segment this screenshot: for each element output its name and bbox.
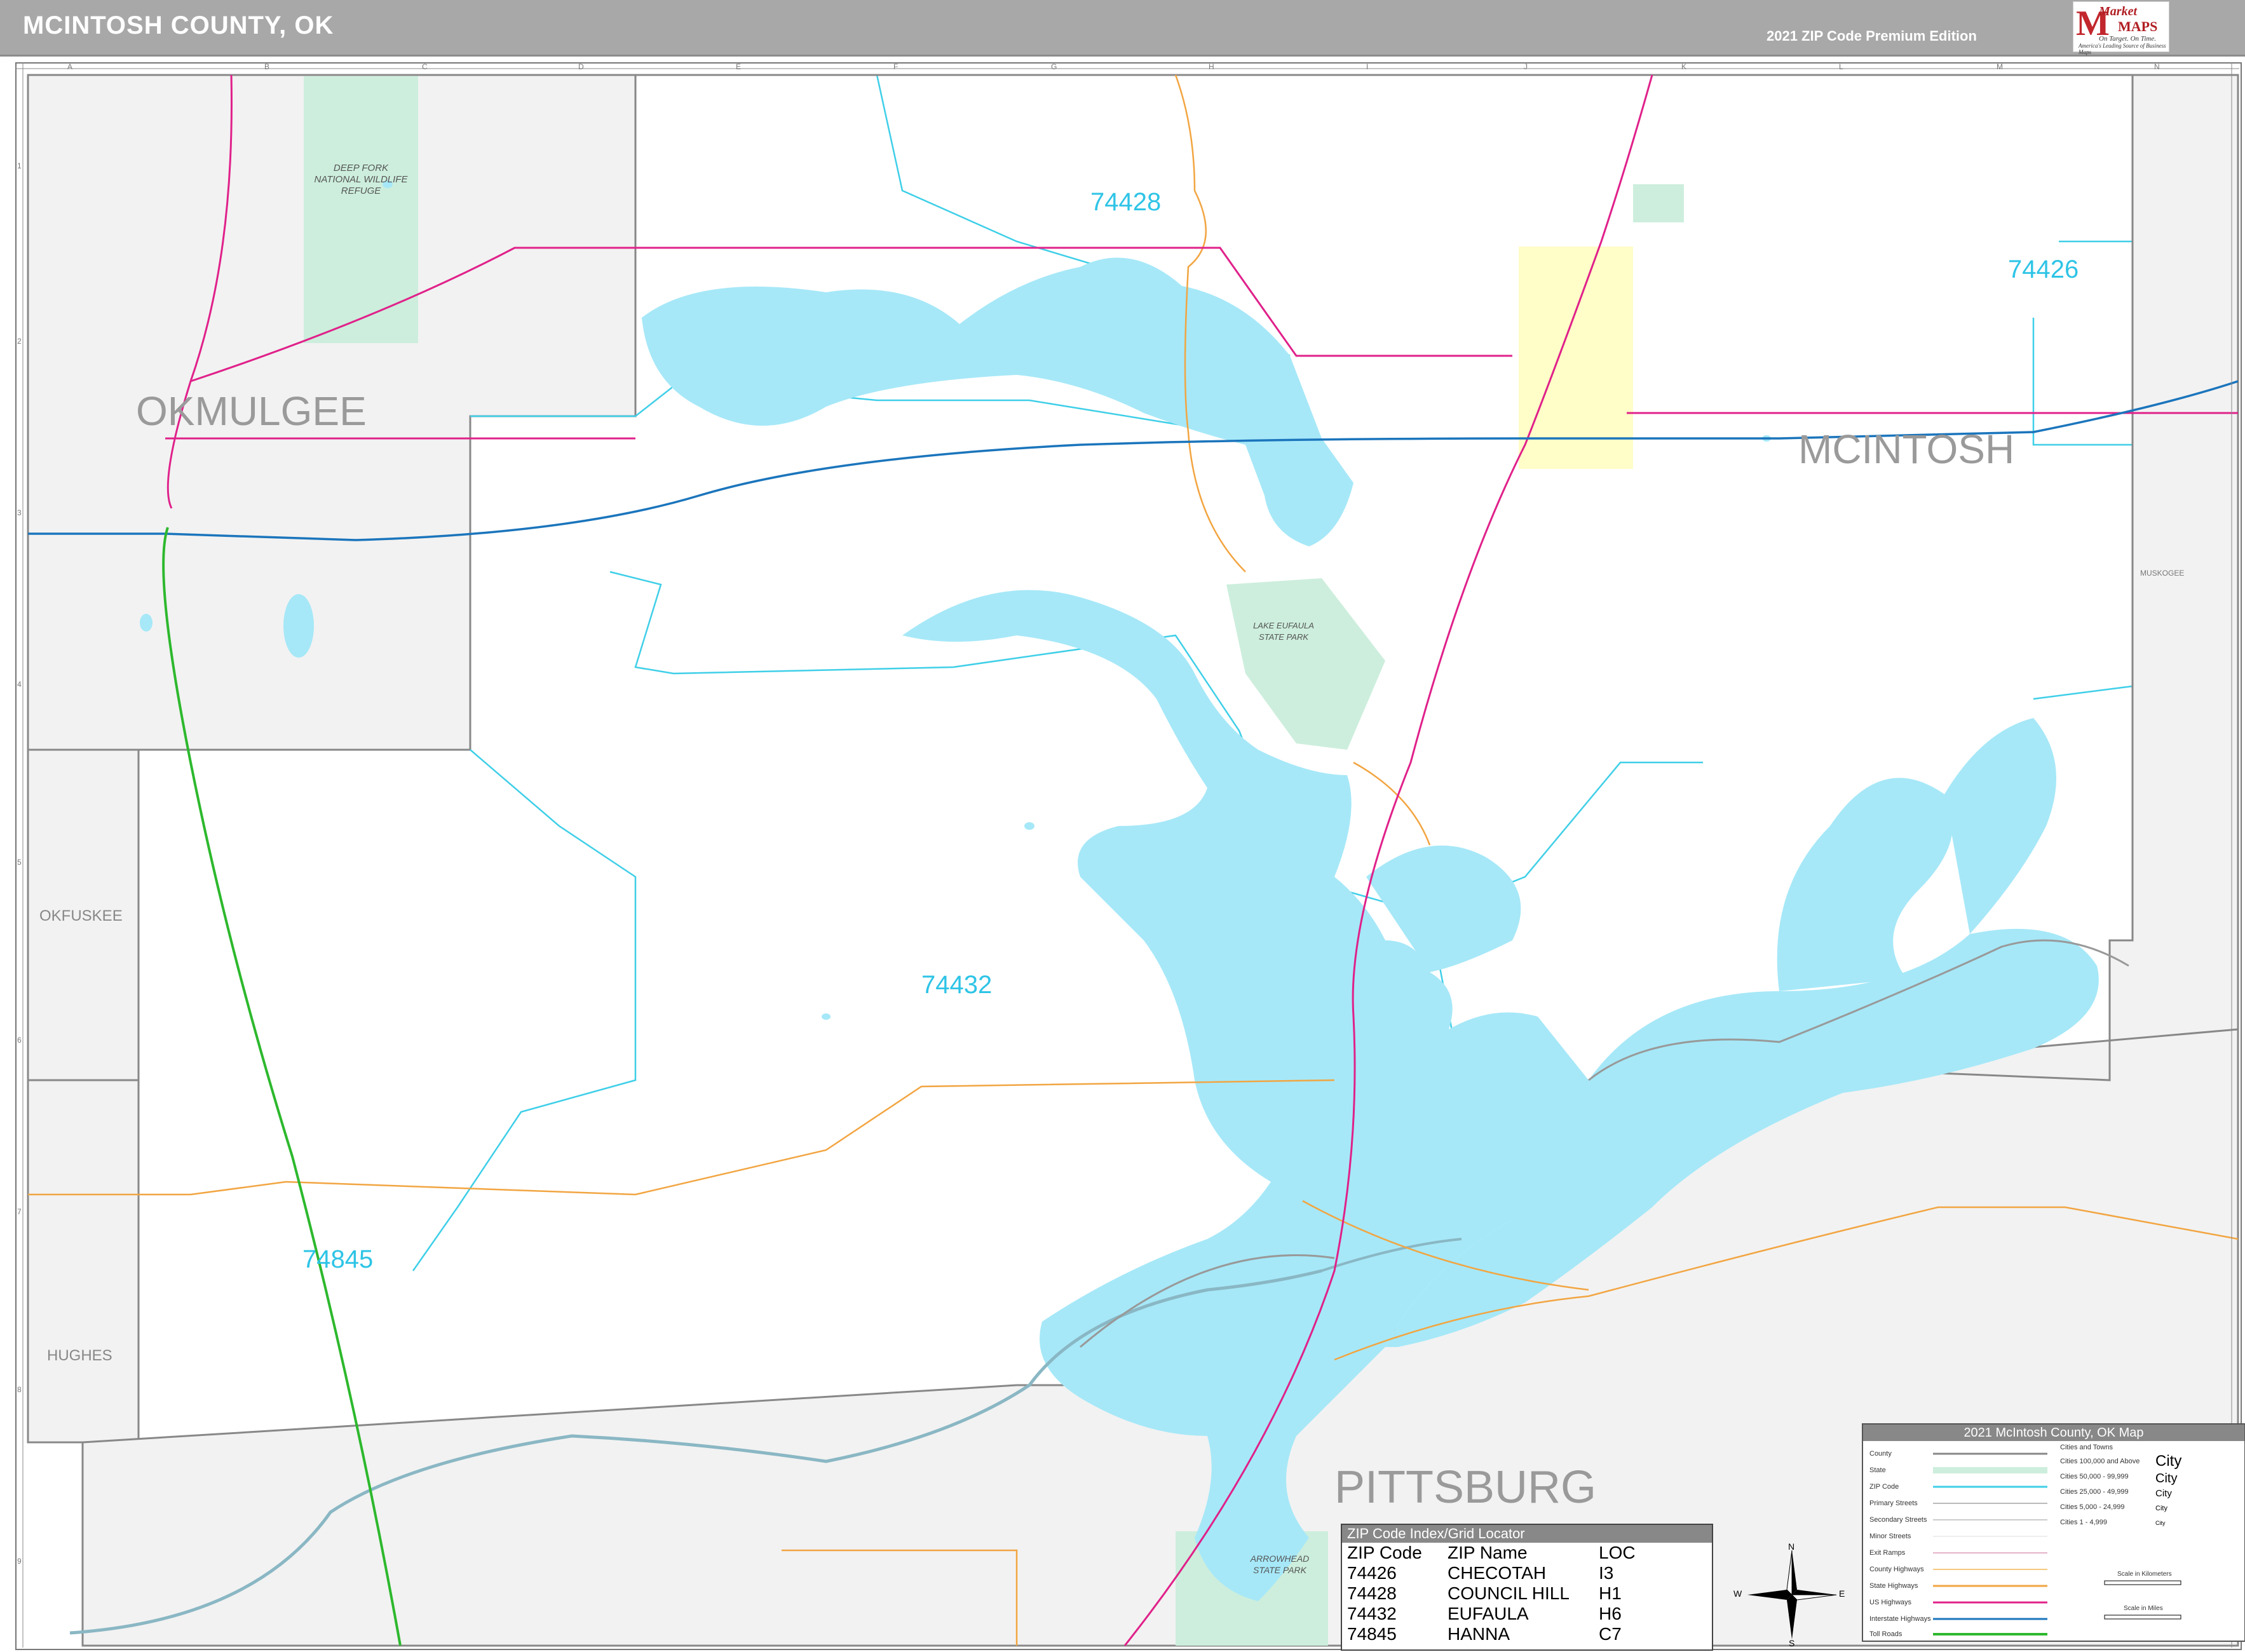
- legend-city-range: Cities 5,000 - 24,999: [2060, 1503, 2125, 1511]
- legend-city-range: Cities 100,000 and Above: [2060, 1458, 2140, 1465]
- zip-index-header: ZIP Code: [1347, 1543, 1422, 1562]
- grid-col-d: D: [578, 62, 584, 71]
- compass-n: N: [1788, 1541, 1795, 1552]
- map-canvas: [15, 62, 2239, 1648]
- muskogee-county-area: [2108, 74, 2239, 1081]
- grid-col-h: H: [1209, 62, 1214, 71]
- legend-city-range: Cities 50,000 - 99,999: [2060, 1473, 2129, 1480]
- zip-code-cell: 74432: [1347, 1604, 1397, 1623]
- county-label-pittsburg: PITTSBURG: [1334, 1462, 1597, 1513]
- legend-item: ZIP Code: [1869, 1483, 1899, 1491]
- zip-index-header: LOC: [1599, 1543, 1636, 1562]
- checotah-city-area: [1519, 247, 1633, 469]
- grid-row-5: 5: [17, 858, 22, 867]
- table-row: 74845 HANNA C7: [1345, 1624, 1638, 1644]
- legend-item: Exit Ramps: [1869, 1549, 1906, 1557]
- table-row: 74432 EUFAULA H6: [1345, 1604, 1638, 1624]
- arrowhead-park-label: ARROWHEAD STATE PARK: [1250, 1554, 1310, 1575]
- county-label-okmulgee: OKMULGEE: [136, 388, 367, 434]
- zip-code-cell: 74426: [1347, 1563, 1397, 1583]
- legend-item: County: [1869, 1450, 1892, 1458]
- compass-s: S: [1789, 1638, 1795, 1648]
- legend-city-sample: City: [2155, 1452, 2182, 1470]
- refuge-label: DEEP FORK NATIONAL WILDLIFE REFUGE: [314, 163, 408, 196]
- legend-city-range: Cities 1 - 4,999: [2060, 1519, 2107, 1526]
- table-row: 74426 CHECOTAH I3: [1345, 1563, 1638, 1583]
- legend-item: State: [1869, 1466, 1886, 1474]
- zip-loc-cell: H1: [1599, 1583, 1622, 1603]
- legend-scale-km: Scale in Kilometers: [2117, 1571, 2172, 1578]
- grid-col-n: N: [2154, 62, 2160, 71]
- zip-label-74845: 74845: [302, 1245, 374, 1273]
- grid-col-k: K: [1681, 62, 1687, 71]
- grid-col-f: F: [893, 62, 899, 71]
- legend-item: Secondary Streets: [1869, 1516, 1927, 1524]
- zip-label-74432: 74432: [921, 971, 993, 999]
- legend-city-sample: City: [2155, 1520, 2166, 1526]
- legend-item: Interstate Highways: [1869, 1615, 1931, 1623]
- table-row: 74428 COUNCIL HILL H1: [1345, 1583, 1638, 1604]
- zip-label-74428: 74428: [1090, 188, 1162, 216]
- county-label-muskogee: MUSKOGEE: [2140, 569, 2185, 578]
- county-label-okfuskee: OKFUSKEE: [39, 907, 123, 924]
- zip-index-header-row: ZIP Code ZIP Name LOC: [1345, 1543, 1638, 1563]
- legend-swatches: [1933, 1452, 2181, 1635]
- deep-fork-refuge-area: [304, 76, 418, 343]
- lake-eufaula-park-label: LAKE EUFAULA STATE PARK: [1253, 621, 1314, 642]
- compass-w: W: [1733, 1588, 1742, 1599]
- zip-index-title: ZIP Code Index/Grid Locator: [1342, 1525, 1712, 1543]
- map-legend: 2021 McIntosh County, OK Map County Stat…: [1862, 1423, 2245, 1642]
- small-park-area: [1633, 184, 1684, 222]
- county-label-mcintosh: MCINTOSH: [1798, 426, 2015, 472]
- zip-label-74426: 74426: [2008, 255, 2079, 283]
- legend-city-sample: City: [2155, 1488, 2172, 1499]
- legend-item: US Highways: [1869, 1599, 1912, 1606]
- grid-col-l: L: [1839, 62, 1843, 71]
- legend-city-range: Cities 25,000 - 49,999: [2060, 1488, 2129, 1496]
- zip-loc-cell: H6: [1599, 1604, 1622, 1623]
- zip-code-cell: 74428: [1347, 1583, 1397, 1603]
- grid-row-6: 6: [17, 1036, 22, 1045]
- zip-loc-cell: I3: [1599, 1563, 1614, 1583]
- zip-name-cell: EUFAULA: [1448, 1604, 1529, 1623]
- zip-name-cell: CHECOTAH: [1448, 1563, 1547, 1583]
- zip-code-cell: 74845: [1347, 1624, 1397, 1644]
- legend-city-sample: City: [2155, 1472, 2178, 1486]
- grid-row-8: 8: [17, 1385, 22, 1394]
- legend-item: County Highways: [1869, 1566, 1924, 1573]
- zip-index-grid: ZIP Code ZIP Name LOC 74426 CHECOTAH I3 …: [1345, 1543, 1638, 1644]
- grid-col-i: I: [1366, 62, 1369, 71]
- zip-loc-cell: C7: [1599, 1624, 1622, 1644]
- zip-index-table: ZIP Code Index/Grid Locator ZIP Code ZIP…: [1341, 1524, 1713, 1651]
- legend-item: Primary Streets: [1869, 1500, 1918, 1507]
- legend-scale-mi: Scale in Miles: [2124, 1605, 2163, 1612]
- compass-e: E: [1839, 1588, 1845, 1599]
- county-label-hughes: HUGHES: [47, 1347, 112, 1364]
- legend-item: Minor Streets: [1869, 1533, 1911, 1540]
- zip-name-cell: COUNCIL HILL: [1448, 1583, 1570, 1603]
- grid-col-a: A: [67, 62, 73, 71]
- legend-item: Toll Roads: [1869, 1630, 1902, 1638]
- hughes-county-area: [27, 1079, 140, 1444]
- grid-col-e: E: [736, 62, 742, 71]
- zip-name-cell: HANNA: [1448, 1624, 1510, 1644]
- grid-col-g: G: [1051, 62, 1057, 71]
- zip-index-header: ZIP Name: [1448, 1543, 1528, 1562]
- grid-row-4: 4: [17, 680, 22, 689]
- legend-city-sample: City: [2155, 1505, 2167, 1512]
- grid-col-j: J: [1524, 62, 1528, 71]
- legend-cities-header: Cities and Towns: [2060, 1444, 2113, 1451]
- mcintosh-county-boundary: [635, 74, 2134, 1081]
- grid-row-7: 7: [17, 1207, 22, 1216]
- grid-col-c: C: [422, 62, 428, 71]
- grid-row-2: 2: [17, 337, 22, 346]
- lake-eufaula-state-park-area: [1226, 578, 1385, 750]
- grid-row-3: 3: [17, 508, 22, 517]
- compass-rose-icon: [1747, 1550, 1837, 1639]
- grid-row-9: 9: [17, 1557, 22, 1566]
- legend-item: State Highways: [1869, 1582, 1918, 1590]
- grid-row-1: 1: [17, 161, 22, 170]
- grid-col-m: M: [1997, 62, 2003, 71]
- grid-col-b: B: [264, 62, 270, 71]
